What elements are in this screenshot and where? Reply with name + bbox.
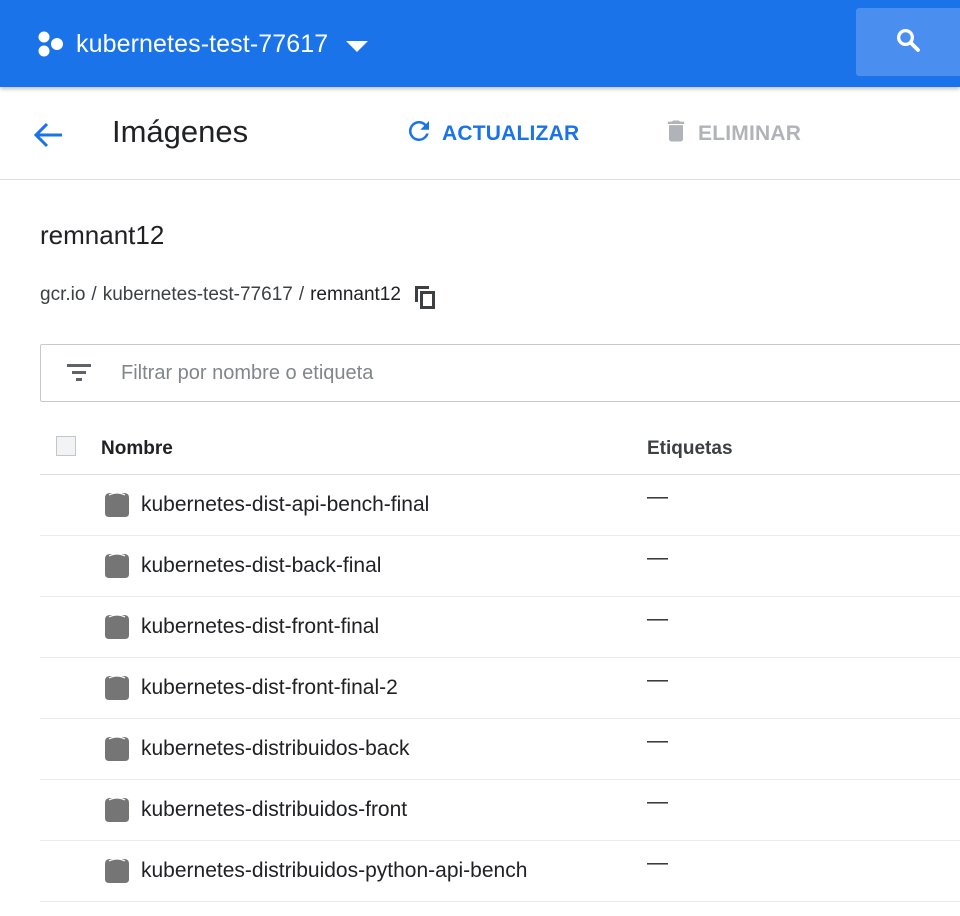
image-tags: — xyxy=(647,485,668,508)
image-icon xyxy=(104,858,130,884)
caret-down-icon xyxy=(346,40,369,52)
page-title: Imágenes xyxy=(112,114,249,149)
image-icon xyxy=(104,797,130,823)
search-button[interactable] xyxy=(856,8,960,76)
top-app-bar: kubernetes-test-77617 xyxy=(0,0,960,87)
image-tags: — xyxy=(647,729,668,752)
refresh-button[interactable]: ACTUALIZAR xyxy=(404,117,579,151)
search-icon xyxy=(893,25,923,60)
image-icon xyxy=(104,614,130,640)
image-name[interactable]: kubernetes-distribuidos-back xyxy=(141,737,409,761)
table-row[interactable]: kubernetes-dist-front-final — xyxy=(40,597,960,658)
image-tags: — xyxy=(647,546,668,569)
delete-button: ELIMINAR xyxy=(662,117,801,151)
repository-title: remnant12 xyxy=(40,220,165,250)
image-tags: — xyxy=(647,668,668,691)
select-all-checkbox[interactable] xyxy=(56,436,76,456)
table-row[interactable]: kubernetes-distribuidos-python-api-bench… xyxy=(40,841,960,902)
image-icon xyxy=(104,675,130,701)
table-row[interactable]: kubernetes-dist-back-final — xyxy=(40,536,960,597)
table-row[interactable]: kubernetes-dist-front-final-2 — xyxy=(40,658,960,719)
image-tags: — xyxy=(647,790,668,813)
breadcrumb-project[interactable]: kubernetes-test-77617 xyxy=(103,284,293,306)
image-tags: — xyxy=(647,851,668,874)
image-tags: — xyxy=(647,607,668,630)
table-row[interactable]: kubernetes-dist-api-bench-final — xyxy=(40,475,960,536)
breadcrumb: gcr.io / kubernetes-test-77617 / remnant… xyxy=(40,282,437,310)
trash-icon xyxy=(662,117,698,151)
image-name[interactable]: kubernetes-distribuidos-front xyxy=(141,798,407,822)
project-dots-icon xyxy=(36,29,66,59)
image-name[interactable]: kubernetes-dist-back-final xyxy=(141,554,381,578)
project-selector[interactable]: kubernetes-test-77617 xyxy=(36,24,369,64)
project-name: kubernetes-test-77617 xyxy=(76,29,329,58)
filter-list-icon xyxy=(65,362,93,384)
arrow-back-icon xyxy=(28,122,68,159)
back-button[interactable] xyxy=(28,115,68,155)
breadcrumb-host[interactable]: gcr.io xyxy=(40,284,85,306)
page-header: Imágenes ACTUALIZAR ELIMINAR xyxy=(0,87,960,180)
breadcrumb-current: remnant12 xyxy=(310,284,401,305)
table-header: Nombre Etiquetas xyxy=(40,420,960,475)
column-header-tags: Etiquetas xyxy=(647,438,733,459)
image-name[interactable]: kubernetes-dist-api-bench-final xyxy=(141,493,429,517)
image-icon xyxy=(104,736,130,762)
column-header-name[interactable]: Nombre xyxy=(101,438,173,460)
image-icon xyxy=(104,492,130,518)
refresh-label: ACTUALIZAR xyxy=(442,122,580,145)
delete-label: ELIMINAR xyxy=(698,122,802,145)
table-row[interactable]: kubernetes-distribuidos-front — xyxy=(40,780,960,841)
image-name[interactable]: kubernetes-distribuidos-python-api-bench xyxy=(141,859,527,883)
table-row[interactable]: kubernetes-distribuidos-back — xyxy=(40,719,960,780)
image-icon xyxy=(104,553,130,579)
image-name[interactable]: kubernetes-dist-front-final xyxy=(141,615,379,639)
breadcrumb-separator: / xyxy=(91,284,97,305)
filter-input[interactable] xyxy=(121,355,821,391)
refresh-icon xyxy=(404,116,442,152)
breadcrumb-separator: / xyxy=(298,284,305,305)
images-table: Nombre Etiquetas kubernetes-dist-api-ben… xyxy=(40,420,960,902)
filter-bar xyxy=(40,344,960,402)
copy-icon[interactable] xyxy=(413,284,437,310)
image-name[interactable]: kubernetes-dist-front-final-2 xyxy=(141,676,398,700)
